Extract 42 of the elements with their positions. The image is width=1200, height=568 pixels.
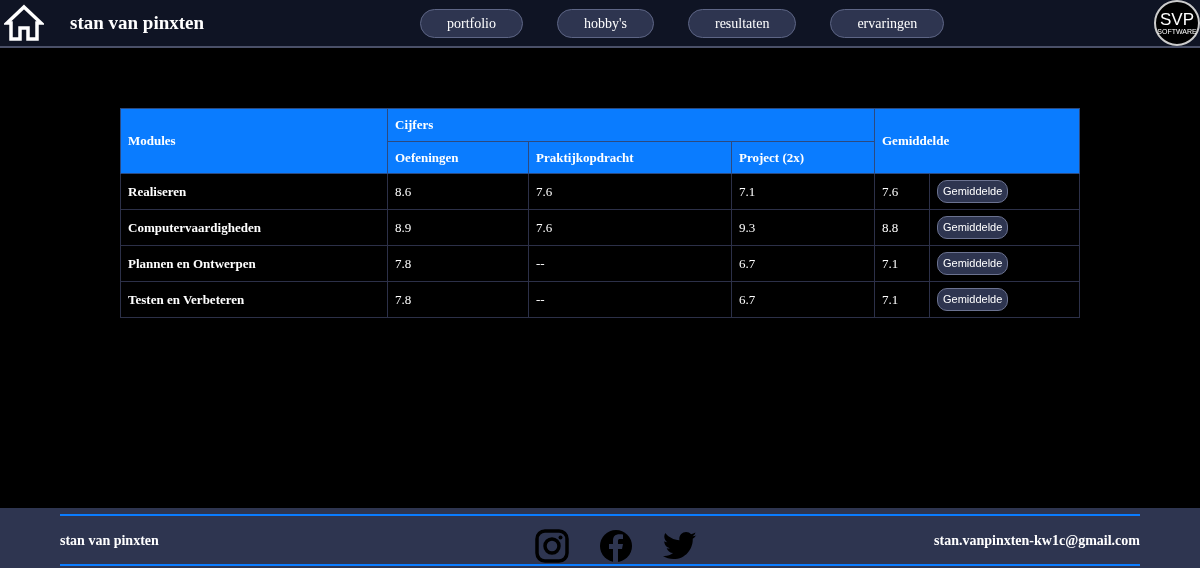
table-cell: -- (528, 245, 732, 282)
table-cell: 7.8 (387, 281, 529, 318)
table-cell: 6.7 (731, 281, 875, 318)
table-cell: 8.8 (874, 209, 930, 246)
nav-button[interactable]: ervaringen (830, 9, 945, 38)
column-group-header: Cijfers (387, 108, 875, 141)
table-cell: 7.1 (874, 245, 930, 282)
instagram-icon[interactable] (535, 529, 570, 563)
average-button[interactable]: Gemiddelde (937, 252, 1009, 275)
site-title: stan van pinxten (70, 10, 205, 35)
nav-button[interactable]: resultaten (688, 9, 797, 38)
table-cell: -- (528, 281, 732, 318)
table-cell: 7.6 (874, 173, 930, 210)
table-cell: 7.6 (528, 173, 732, 210)
table-cell: 7.8 (387, 245, 529, 282)
table-cell: 7.1 (874, 281, 930, 318)
average-button[interactable]: Gemiddelde (937, 180, 1009, 203)
column-header: Project (2x) (731, 141, 875, 174)
column-header: Gemiddelde (874, 108, 1080, 174)
column-header: Praktijkopdracht (528, 141, 732, 174)
footer-email[interactable]: stan.vanpinxten-kw1c@gmail.com (934, 529, 1140, 551)
nav-button[interactable]: hobby's (557, 9, 654, 38)
facebook-icon[interactable] (599, 529, 634, 563)
table-cell: Testen en Verbeteren (120, 281, 388, 318)
table-cell: Plannen en Ontwerpen (120, 245, 388, 282)
footer-name: stan van pinxten (60, 531, 159, 550)
table-cell: 9.3 (731, 209, 875, 246)
table-cell: 7.1 (731, 173, 875, 210)
table-cell: Realiseren (120, 173, 388, 210)
logo-text: SVP (1160, 11, 1194, 28)
home-icon[interactable] (4, 4, 44, 42)
table-cell: 8.9 (387, 209, 529, 246)
column-header: Oefeningen (387, 141, 529, 174)
column-header: Modules (120, 108, 388, 174)
average-button[interactable]: Gemiddelde (937, 288, 1009, 311)
table-cell: 6.7 (731, 245, 875, 282)
table-cell: 7.6 (528, 209, 732, 246)
twitter-icon[interactable] (663, 531, 698, 561)
nav-button[interactable]: portfolio (420, 9, 523, 38)
table-cell: Computervaardigheden (120, 209, 388, 246)
table-cell: 8.6 (387, 173, 529, 210)
average-button[interactable]: Gemiddelde (937, 216, 1009, 239)
